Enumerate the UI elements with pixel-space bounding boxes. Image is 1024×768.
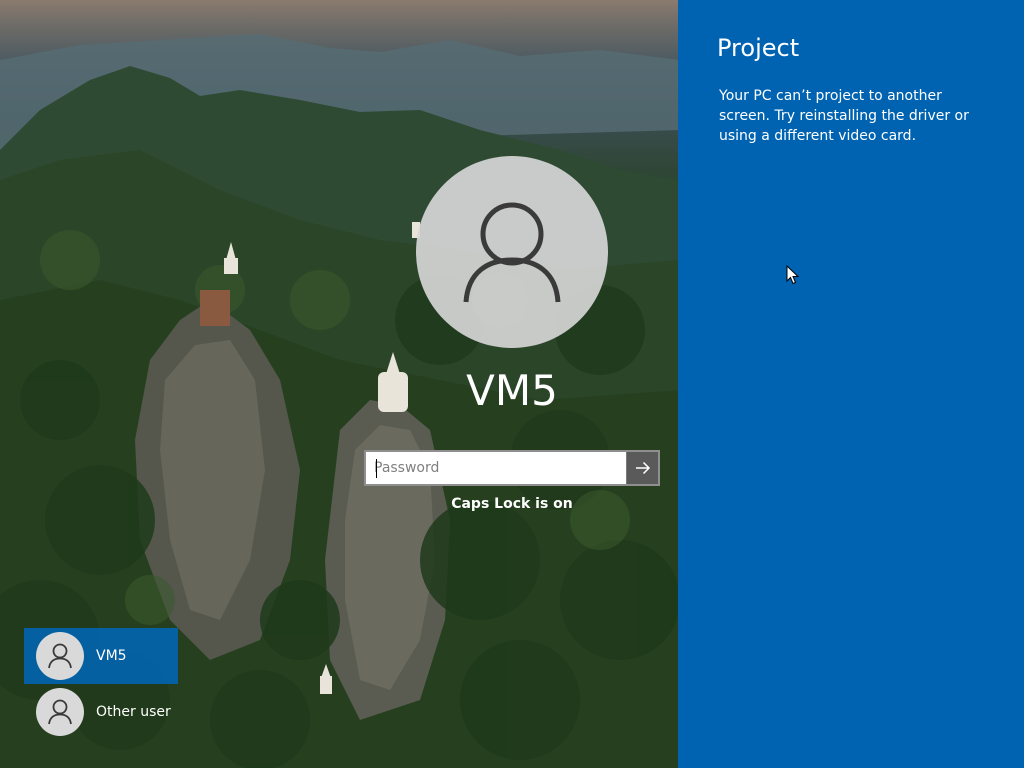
panel-title: Project bbox=[717, 34, 800, 62]
user-icon bbox=[48, 643, 72, 669]
user-icon bbox=[463, 202, 561, 303]
user-list-name: Other user bbox=[96, 704, 171, 720]
project-panel: Project Your PC can’t project to another… bbox=[678, 0, 1024, 768]
user-icon bbox=[48, 699, 72, 725]
username-label: VM5 bbox=[466, 366, 558, 415]
panel-message: Your PC can’t project to another screen.… bbox=[719, 88, 969, 144]
caps-lock-warning: Caps Lock is on bbox=[451, 496, 573, 512]
user-avatar-small bbox=[36, 688, 84, 736]
submit-button[interactable] bbox=[626, 452, 658, 484]
user-list-item-other-user[interactable]: Other user bbox=[24, 684, 178, 740]
user-list-name: VM5 bbox=[96, 648, 127, 664]
user-avatar-small bbox=[36, 632, 84, 680]
mouse-cursor-icon bbox=[786, 265, 800, 285]
text-caret bbox=[376, 459, 377, 478]
user-list-item-vm5[interactable]: VM5 bbox=[24, 628, 178, 684]
arrow-right-icon bbox=[635, 461, 650, 475]
password-input[interactable] bbox=[366, 452, 626, 484]
password-field-container bbox=[364, 450, 660, 486]
user-avatar-large bbox=[416, 156, 608, 348]
